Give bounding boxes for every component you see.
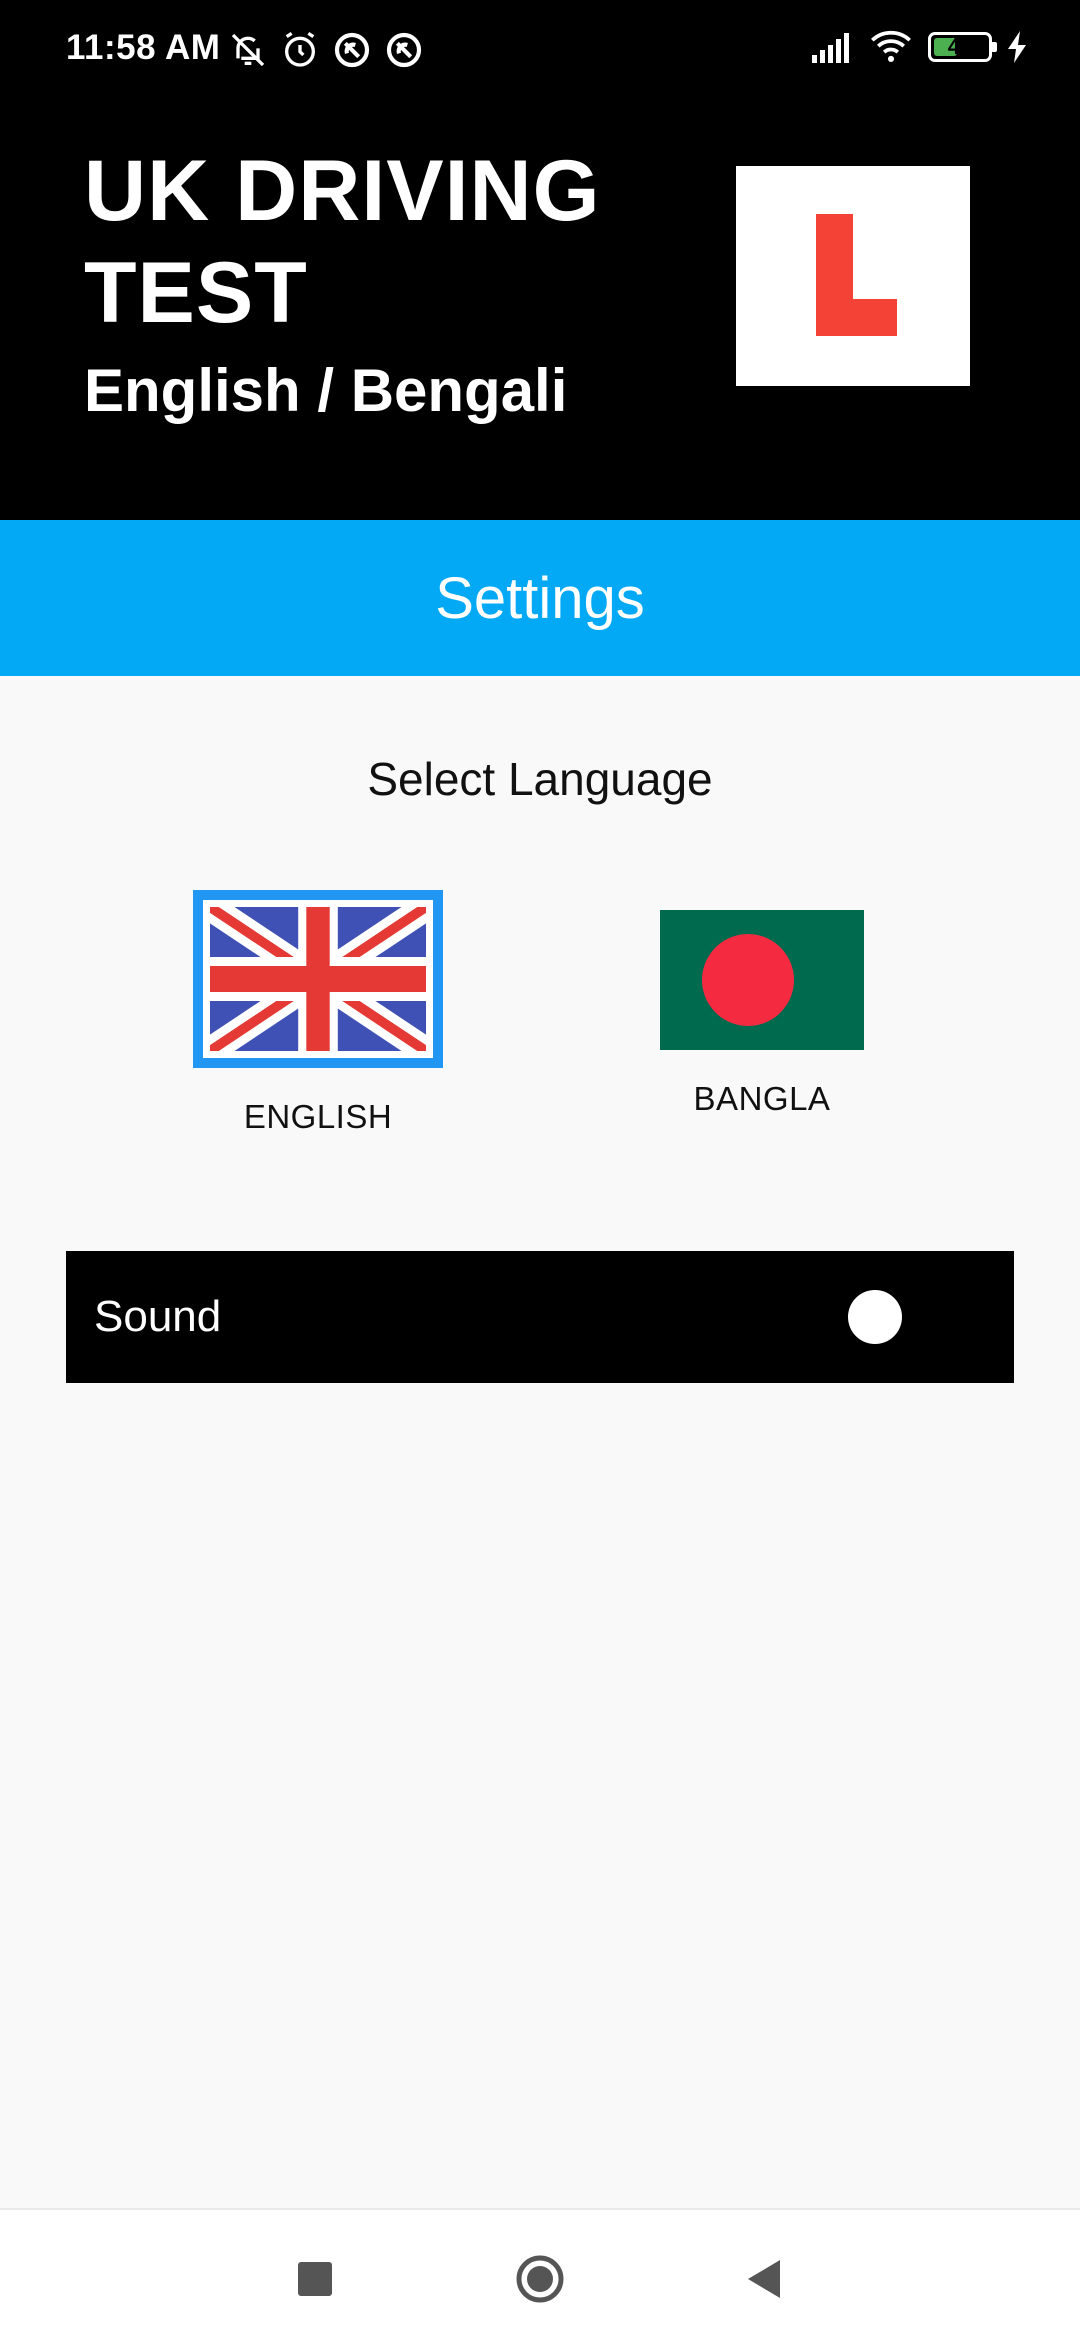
battery-icon: 45 xyxy=(928,32,997,62)
language-option-english[interactable]: ENGLISH xyxy=(168,890,468,1136)
status-icons-left xyxy=(228,30,424,70)
settings-bar: Settings xyxy=(0,520,1080,676)
charging-icon xyxy=(1008,31,1026,63)
sync-disabled-icon xyxy=(386,32,422,68)
back-icon[interactable] xyxy=(740,2254,790,2304)
bangladesh-flag-icon[interactable] xyxy=(660,910,864,1050)
select-language-heading: Select Language xyxy=(367,753,713,805)
learner-plate-foot xyxy=(816,299,897,336)
cellular-signal-icon xyxy=(812,33,849,63)
uk-flag-icon[interactable] xyxy=(193,890,443,1068)
app-subtitle: English / Bengali xyxy=(84,357,568,424)
sound-label: Sound xyxy=(94,1292,222,1341)
home-icon[interactable] xyxy=(515,2254,565,2304)
navigation-bar xyxy=(0,2208,1080,2340)
home-button[interactable] xyxy=(515,2254,565,2304)
sound-toggle[interactable] xyxy=(848,1290,954,1344)
sound-toggle-knob[interactable] xyxy=(848,1290,902,1344)
status-icons-right: 45 xyxy=(812,30,1028,64)
battery-cap xyxy=(992,42,997,52)
back-button[interactable] xyxy=(740,2254,790,2304)
app-title: UK DRIVING TEST xyxy=(84,143,601,341)
wifi-icon xyxy=(871,30,911,62)
sync-disabled-icon xyxy=(334,32,370,68)
sound-setting-row[interactable]: Sound xyxy=(66,1251,1014,1383)
learner-plate-logo xyxy=(736,166,970,386)
language-label-bangla: BANGLA xyxy=(693,1080,831,1117)
alarm-icon xyxy=(285,31,315,67)
settings-title: Settings xyxy=(435,565,645,631)
battery-level: 45 xyxy=(947,34,973,59)
notifications-muted-icon xyxy=(231,33,265,67)
language-option-bangla[interactable]: BANGLA xyxy=(612,890,912,1118)
app-header: UK DRIVING TEST English / Bengali xyxy=(0,100,1080,520)
status-bar: 11:58 AM 45 xyxy=(0,0,1080,100)
language-label-english: ENGLISH xyxy=(243,1098,393,1135)
recents-button[interactable] xyxy=(290,2254,340,2304)
status-time: 11:58 AM xyxy=(66,28,221,67)
recents-icon[interactable] xyxy=(290,2254,340,2304)
